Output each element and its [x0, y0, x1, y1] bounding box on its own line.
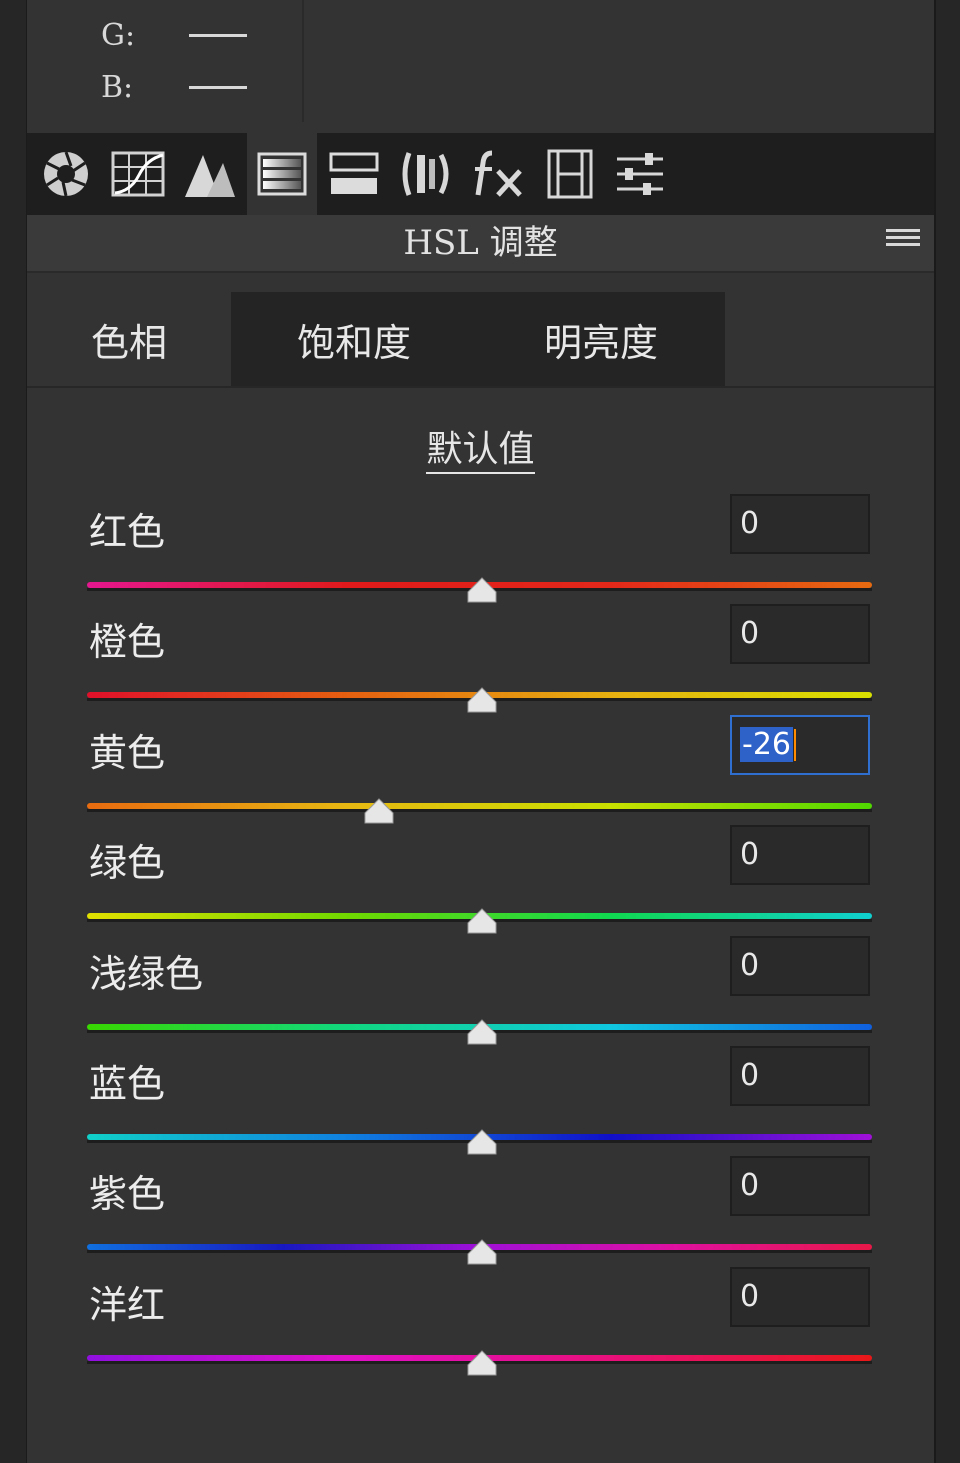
tool-detail[interactable]: [175, 133, 245, 215]
g-label: G:: [101, 18, 136, 53]
slider-magenta-value-input[interactable]: 0: [730, 1266, 870, 1327]
split-tone-icon: [329, 152, 379, 194]
slider-magenta-thumb[interactable]: [466, 1349, 498, 1377]
mountain-detail-icon: [185, 155, 235, 197]
fx-icon: [475, 150, 522, 197]
text-caret: [794, 729, 796, 762]
b-label: B:: [101, 70, 134, 105]
lens-icon: [402, 152, 449, 196]
slider-orange-value-input[interactable]: 0: [730, 604, 870, 665]
slider-green-value-input[interactable]: 0: [730, 825, 870, 886]
slider-aqua-value-input[interactable]: 0: [730, 935, 870, 996]
grid-curve-icon: [111, 151, 165, 197]
value-text: 0: [740, 616, 760, 652]
slider-red-label: 红色: [89, 510, 166, 554]
slider-yellow-value-input[interactable]: -26: [730, 714, 870, 775]
tab-hue[interactable]: 色相: [27, 292, 231, 386]
tab-luminance[interactable]: 明亮度: [477, 292, 725, 386]
hsl-panel: G: B: HSL 调整 色相 饱和度 明亮度 默认值 红色 0 橙色 0 黄色…: [27, 0, 934, 1463]
tool-basic[interactable]: [31, 133, 101, 215]
slider-purple-label: 紫色: [89, 1172, 166, 1217]
slider-yellow: 黄色 -26: [87, 714, 872, 839]
panel-menu-icon[interactable]: [886, 229, 920, 255]
track-shadow: [87, 808, 872, 812]
section-title: HSL 调整: [403, 223, 558, 263]
tool-lens-corrections[interactable]: [391, 133, 461, 215]
value-text: 0: [740, 1278, 760, 1314]
slider-blue-value-input[interactable]: 0: [730, 1046, 870, 1106]
tool-hsl[interactable]: [247, 133, 317, 215]
slider-green: 绿色 0: [87, 825, 872, 949]
slider-purple-value-input[interactable]: 0: [730, 1156, 870, 1217]
value-text: 0: [740, 1168, 760, 1204]
sliders-icon: [617, 153, 663, 195]
slider-orange: 橙色 0: [87, 604, 872, 728]
slider-blue: 蓝色 0: [87, 1046, 872, 1170]
slider-purple-thumb[interactable]: [466, 1238, 498, 1266]
rgb-row-b: B:: [101, 70, 247, 105]
slider-green-label: 绿色: [89, 841, 166, 886]
rgb-row-g: G:: [101, 18, 247, 53]
slider-green-thumb[interactable]: [466, 907, 498, 935]
slider-red: 红色 0: [87, 494, 872, 618]
hsl-tabs: 色相 饱和度 明亮度: [27, 292, 934, 388]
left-edge-bar: [0, 0, 27, 1463]
g-value-dash: [189, 34, 247, 37]
tool-effects[interactable]: [463, 133, 533, 215]
value-text: 0: [740, 1058, 760, 1093]
panel-toolbar: [27, 133, 934, 215]
slider-blue-label: 蓝色: [89, 1062, 166, 1106]
slider-aqua-label: 浅绿色: [89, 951, 204, 996]
slider-red-thumb[interactable]: [466, 576, 498, 604]
slider-orange-label: 橙色: [89, 620, 166, 665]
tool-camera-calibration[interactable]: [535, 133, 605, 215]
slider-yellow-label: 黄色: [89, 730, 166, 775]
slider-purple: 紫色 0: [87, 1156, 872, 1280]
value-text: 0: [740, 947, 760, 983]
aperture-icon: [44, 151, 88, 197]
value-text: 0: [740, 837, 760, 873]
selected-value-text: -26: [740, 726, 793, 762]
scrollbar[interactable]: [934, 0, 960, 1463]
tool-split-toning[interactable]: [319, 133, 389, 215]
rgb-divider: [302, 0, 304, 122]
slider-aqua: 浅绿色 0: [87, 935, 872, 1060]
slider-magenta: 洋红 0: [87, 1266, 872, 1391]
default-link-text: 默认值: [426, 429, 535, 474]
film-icon: [547, 149, 593, 199]
slider-magenta-label: 洋红: [89, 1282, 166, 1327]
tab-saturation[interactable]: 饱和度: [231, 292, 477, 386]
slider-yellow-thumb[interactable]: [363, 797, 395, 825]
b-value-dash: [189, 86, 247, 89]
tool-presets[interactable]: [605, 133, 675, 215]
hsl-gradient-icon: [257, 152, 307, 196]
tool-tone-curve[interactable]: [103, 133, 173, 215]
slider-aqua-thumb[interactable]: [466, 1018, 498, 1046]
default-link[interactable]: 默认值: [27, 420, 934, 474]
value-text: 0: [740, 506, 760, 541]
rgb-readout: G: B:: [27, 0, 934, 132]
slider-blue-thumb[interactable]: [466, 1128, 498, 1156]
slider-orange-thumb[interactable]: [466, 686, 498, 714]
section-header: HSL 调整: [27, 215, 934, 273]
slider-red-value-input[interactable]: 0: [730, 494, 870, 554]
